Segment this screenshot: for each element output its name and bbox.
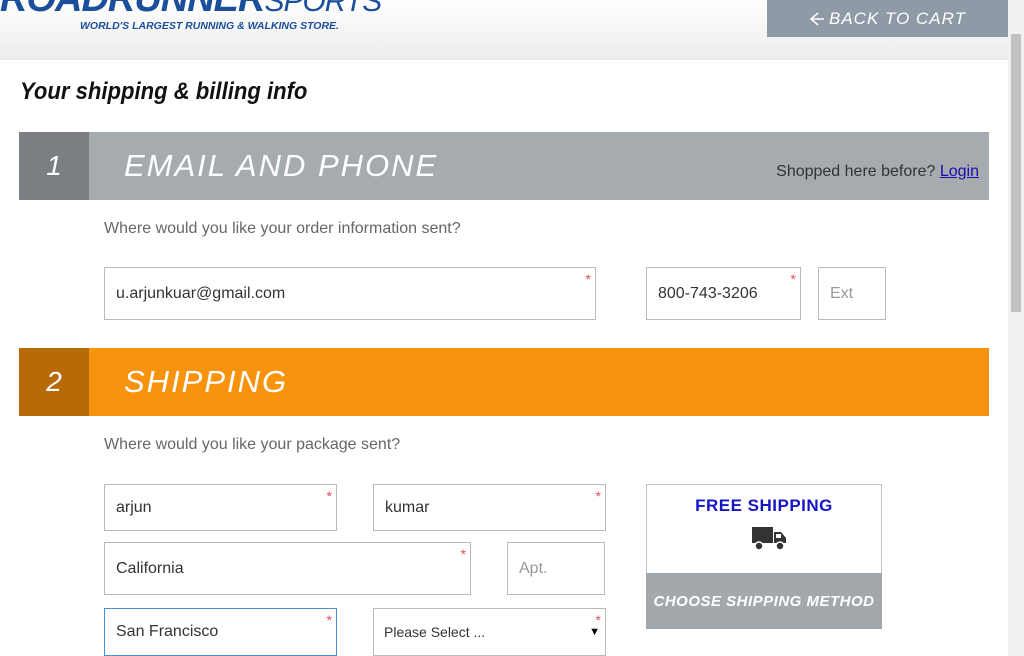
ext-field-wrapper [818, 267, 886, 320]
section-shipping-header: 2 SHIPPING [19, 348, 989, 416]
package-prompt: Where would you like your package sent? [104, 436, 401, 453]
required-marker: * [595, 612, 601, 628]
back-to-cart-button[interactable]: BACK TO CART [767, 0, 1008, 37]
order-info-prompt: Where would you like your order informat… [104, 220, 461, 237]
brand-tagline: WORLD'S LARGEST RUNNING & WALKING STORE. [80, 20, 339, 32]
logo-sub-text: SPORTS [264, 0, 382, 18]
required-marker: * [326, 612, 332, 628]
required-marker: * [595, 488, 601, 504]
logo-main-text: ROADRUNNER [0, 0, 265, 20]
state-select[interactable]: Please Select ... * ▼ [373, 608, 606, 656]
section-title: EMAIL AND PHONE [124, 148, 439, 183]
shopped-before-text: Shopped here before? Login [776, 163, 979, 181]
address-field-wrapper: * [104, 542, 471, 595]
first-name-field[interactable] [105, 485, 336, 530]
arrow-left-icon [809, 11, 825, 27]
last-name-field-wrapper: * [373, 484, 606, 531]
state-select-value: Please Select ... [384, 624, 486, 640]
last-name-field[interactable] [374, 485, 605, 530]
section-number: 1 [19, 132, 89, 200]
ext-field[interactable] [819, 268, 885, 319]
section-number: 2 [19, 348, 89, 416]
scrollbar-thumb[interactable] [1011, 34, 1021, 312]
phone-field-wrapper: * [646, 267, 801, 320]
login-link[interactable]: Login [940, 163, 979, 180]
section-email-phone-header: 1 EMAIL AND PHONE Shopped here before? L… [19, 132, 989, 200]
apt-field[interactable] [508, 543, 604, 594]
required-marker: * [790, 271, 796, 287]
page-title: Your shipping & billing info [20, 78, 308, 105]
back-to-cart-label: BACK TO CART [828, 8, 966, 28]
email-field-wrapper: * [104, 267, 596, 320]
required-marker: * [460, 546, 466, 562]
chevron-down-icon: ▼ [589, 626, 600, 638]
email-field[interactable] [105, 268, 595, 319]
apt-field-wrapper [507, 542, 605, 595]
required-marker: * [585, 271, 591, 287]
truck-icon [751, 525, 787, 556]
section-title: SHIPPING [124, 364, 289, 399]
phone-field[interactable] [647, 268, 800, 319]
shipping-method-box: FREE SHIPPING CHOOSE SHIPPING METHOD [646, 484, 882, 629]
brand-logo[interactable]: ROADRUNNERSPORTS [0, 0, 382, 21]
address-field[interactable] [105, 543, 470, 594]
free-shipping-label: FREE SHIPPING [695, 496, 833, 515]
required-marker: * [326, 488, 332, 504]
city-field-wrapper: * [104, 608, 337, 656]
first-name-field-wrapper: * [104, 484, 337, 531]
choose-shipping-method-button[interactable]: CHOOSE SHIPPING METHOD [646, 573, 882, 629]
shopped-before-label: Shopped here before? [776, 163, 936, 180]
city-field[interactable] [105, 609, 336, 655]
